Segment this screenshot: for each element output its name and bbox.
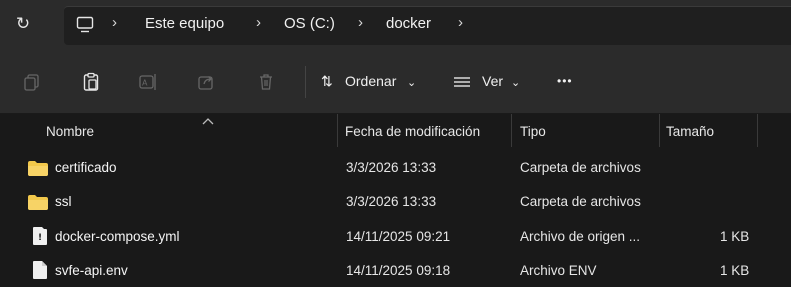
file-modified: 14/11/2025 09:21 — [346, 229, 451, 244]
breadcrumb-este-equipo[interactable]: Este equipo — [145, 15, 224, 32]
address-bar-area: ↻ › Este equipo › OS (C:) › docker › — [0, 0, 791, 50]
column-header-type[interactable]: Tipo — [520, 124, 546, 139]
command-bar: A ⇅ Ordenar ⌄ Ver ⌄ ••• — [0, 50, 791, 114]
this-pc-icon[interactable] — [76, 16, 94, 34]
file-name[interactable]: docker-compose.yml — [55, 229, 180, 244]
svg-text:!: ! — [38, 233, 42, 243]
column-header-modified[interactable]: Fecha de modificación — [345, 124, 480, 139]
file-row[interactable]: svfe-api.env 14/11/2025 09:18 Archivo EN… — [0, 254, 791, 287]
file-modified: 3/3/2026 13:33 — [346, 160, 437, 175]
toolbar-divider — [305, 66, 306, 98]
paste-icon[interactable] — [81, 72, 101, 92]
file-name[interactable]: certificado — [55, 160, 117, 175]
file-size: 1 KB — [720, 229, 750, 244]
breadcrumb-chevron-icon[interactable]: › — [256, 14, 261, 31]
rename-icon[interactable]: A — [138, 72, 158, 92]
file-name[interactable]: svfe-api.env — [55, 263, 128, 278]
sort-ascending-icon — [202, 118, 214, 125]
folder-icon — [28, 161, 48, 176]
chevron-down-icon[interactable]: ⌄ — [511, 76, 520, 89]
file-row[interactable]: ssl 3/3/2026 13:33 Carpeta de archivos — [0, 185, 791, 218]
file-type: Carpeta de archivos — [520, 160, 641, 175]
file-modified: 14/11/2025 09:18 — [346, 263, 451, 278]
breadcrumb-docker[interactable]: docker — [386, 15, 431, 32]
copy-icon[interactable] — [22, 72, 42, 92]
file-row[interactable]: certificado 3/3/2026 13:33 Carpeta de ar… — [0, 151, 791, 184]
file-row[interactable]: ! docker-compose.yml 14/11/2025 09:21 Ar… — [0, 220, 791, 253]
file-type: Archivo de origen ... — [520, 229, 641, 244]
file-name[interactable]: ssl — [55, 194, 72, 209]
column-divider[interactable] — [337, 114, 338, 147]
svg-text:A: A — [142, 79, 148, 88]
breadcrumb-chevron-icon[interactable]: › — [458, 14, 463, 31]
column-header-row: Nombre Fecha de modificación Tipo Tamaño — [0, 114, 791, 147]
view-button[interactable]: Ver — [482, 73, 503, 89]
share-icon[interactable] — [196, 72, 216, 92]
column-divider[interactable] — [659, 114, 660, 147]
column-header-name[interactable]: Nombre — [46, 124, 94, 139]
file-size: 1 KB — [720, 263, 750, 278]
more-options-button[interactable]: ••• — [557, 74, 573, 88]
breadcrumb-chevron-icon[interactable]: › — [358, 14, 363, 31]
view-icon[interactable] — [452, 72, 472, 92]
sort-button[interactable]: Ordenar — [345, 73, 396, 89]
trash-icon[interactable] — [256, 72, 276, 92]
column-divider[interactable] — [511, 114, 512, 147]
document-icon — [33, 261, 47, 279]
chevron-down-icon[interactable]: ⌄ — [407, 76, 416, 89]
file-modified: 3/3/2026 13:33 — [346, 194, 437, 209]
breadcrumb-chevron-icon[interactable]: › — [112, 14, 117, 31]
column-divider[interactable] — [757, 114, 758, 147]
file-type: Archivo ENV — [520, 263, 597, 278]
column-header-size[interactable]: Tamaño — [666, 124, 714, 139]
breadcrumb-os-c[interactable]: OS (C:) — [284, 15, 335, 32]
refresh-icon[interactable]: ↻ — [11, 12, 35, 36]
file-type: Carpeta de archivos — [520, 194, 641, 209]
sort-icon[interactable]: ⇅ — [321, 73, 333, 90]
yml-file-icon: ! — [33, 227, 47, 245]
folder-icon — [28, 195, 48, 210]
